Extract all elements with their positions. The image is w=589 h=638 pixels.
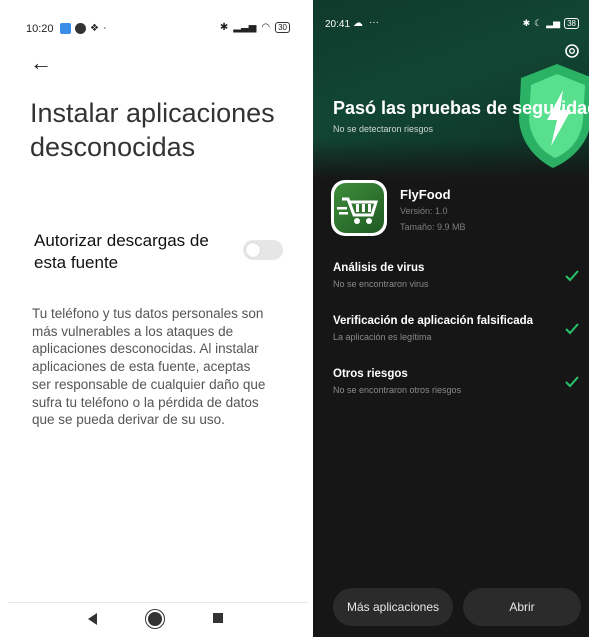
navigation-bar	[8, 602, 308, 638]
signal-icon: ▂▅	[546, 18, 561, 28]
warning-description: Tu teléfono y tus datos personales son m…	[32, 306, 266, 428]
app-size: Tamaño: 9.9 MB	[400, 222, 466, 232]
more-apps-button[interactable]: Más aplicaciones	[333, 588, 453, 626]
wifi-icon: ◠	[261, 22, 271, 33]
allow-source-setting[interactable]: Autorizar descargas de esta fuente	[30, 230, 300, 276]
hero-title: Pasó las pruebas de seguridad	[333, 98, 589, 118]
toggle-knob	[246, 243, 260, 257]
nav-recents-icon[interactable]	[213, 613, 223, 623]
battery-icon: 30	[275, 22, 290, 33]
status-bar: 20:41 ☁ ··· ✱ ☾ ▂▅ 38	[325, 17, 579, 34]
shopping-cart-icon	[337, 197, 379, 224]
bluetooth-icon: ✱	[522, 18, 531, 28]
open-app-button[interactable]: Abrir	[463, 588, 581, 626]
more-dots-icon: ···	[369, 17, 379, 28]
notification-icons: ❖ ·	[60, 22, 107, 34]
app-icon	[331, 180, 387, 236]
app-name: FlyFood	[400, 187, 451, 202]
bluetooth-icon: ✱	[219, 22, 229, 33]
back-arrow-icon[interactable]: ←	[30, 50, 52, 76]
checkmark-icon	[565, 323, 579, 335]
status-time: 20:41	[325, 19, 351, 30]
check-other-risks: Otros riesgos No se encontraron otros ri…	[333, 368, 579, 402]
check-subtitle: La aplicación es legítima	[333, 332, 432, 342]
security-scan-screen: 20:41 ☁ ··· ✱ ☾ ▂▅ 38 Pasó las pruebas d…	[313, 0, 589, 637]
check-title: Análisis de virus	[333, 262, 425, 274]
status-bar: 10:20 ❖ · ✱ ▂▃▅ ◠ 30	[26, 20, 290, 40]
checkmark-icon	[565, 270, 579, 282]
checkmark-icon	[565, 376, 579, 388]
settings-screen: 10:20 ❖ · ✱ ▂▃▅ ◠ 30 ← Instalar aplicaci…	[8, 0, 308, 637]
battery-icon: 38	[564, 18, 579, 29]
check-fake-app: Verificación de aplicación falsificada L…	[333, 315, 579, 349]
page-title: Instalar aplicaciones desconocidas	[30, 98, 275, 162]
nav-home-icon[interactable]	[148, 612, 162, 626]
app-version: Versión: 1.0	[400, 206, 448, 216]
blocked-notification-icon	[75, 22, 86, 34]
app-notification-icon	[60, 22, 71, 34]
dropbox-icon: ❖	[90, 22, 99, 34]
nav-back-icon[interactable]	[88, 613, 97, 625]
check-title: Verificación de aplicación falsificada	[333, 315, 534, 327]
app-icon-background	[334, 183, 384, 233]
allow-source-toggle[interactable]	[243, 240, 283, 260]
system-icons: ✱ ☾ ▂▅ 38	[523, 18, 579, 29]
status-time: 10:20	[26, 23, 54, 35]
system-icons: ✱ ▂▃▅ ◠ 30	[220, 22, 290, 33]
hero-subtitle: No se detectaron riesgos	[333, 124, 434, 134]
setting-label: Autorizar descargas de esta fuente	[34, 231, 209, 272]
check-title: Otros riesgos	[333, 368, 408, 380]
cloud-icon: ☁	[353, 18, 363, 29]
check-virus-scan: Análisis de virus No se encontraron viru…	[333, 262, 579, 296]
check-subtitle: No se encontraron otros riesgos	[333, 385, 462, 395]
check-subtitle: No se encontraron virus	[333, 279, 429, 289]
settings-gear-icon[interactable]	[563, 42, 581, 60]
moon-icon: ☾	[534, 18, 543, 28]
signal-icon: ▂▃▅	[233, 22, 257, 33]
dot-icon: ·	[102, 22, 107, 34]
